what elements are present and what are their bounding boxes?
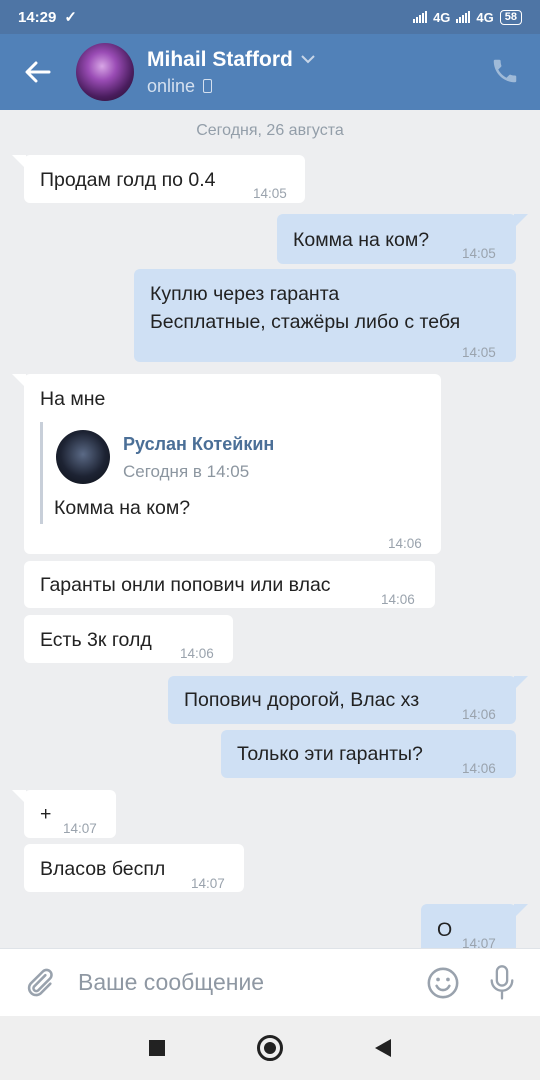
microphone-icon[interactable]	[488, 964, 516, 1001]
message-outgoing[interactable]: Только эти гаранты? 14:06	[221, 730, 516, 778]
forwarded-avatar	[56, 430, 110, 484]
chat-header: Mihail Stafford online	[0, 34, 540, 110]
message-list[interactable]: Сегодня, 26 августа Продам голд по 0.4 1…	[0, 110, 540, 948]
chevron-down-icon	[301, 55, 315, 64]
message-text: Продам голд по 0.4	[40, 169, 216, 191]
attach-clip-icon[interactable]	[22, 966, 56, 1000]
message-text: Есть 3к голд	[40, 629, 152, 651]
message-composer: Ваше сообщение	[0, 948, 540, 1016]
message-text-line-2: Бесплатные, стажёры либо с тебя	[150, 311, 461, 333]
message-incoming[interactable]: + 14:07	[12, 790, 116, 838]
signal-icon	[413, 11, 428, 23]
message-text: Комма на ком?	[293, 229, 430, 251]
message-time: 14:05	[462, 345, 496, 360]
avatar[interactable]	[76, 43, 134, 101]
contact-info[interactable]: Mihail Stafford online	[147, 48, 315, 97]
message-text: +	[40, 803, 52, 825]
message-outgoing[interactable]: Комма на ком? 14:05	[277, 214, 528, 264]
signal-icon	[456, 11, 471, 23]
message-incoming[interactable]: Есть 3к голд 14:06	[24, 615, 233, 663]
message-incoming[interactable]: Гаранты онли попович или влас 14:06	[24, 561, 435, 608]
back-button[interactable]	[18, 52, 58, 92]
message-time: 14:07	[191, 876, 225, 891]
message-text: О	[437, 919, 453, 941]
message-outgoing[interactable]: Попович дорогой, Влас хз 14:06	[168, 676, 528, 724]
clock: 14:29	[18, 8, 57, 26]
message-time: 14:05	[253, 186, 287, 201]
battery-icon: 58	[499, 9, 522, 25]
system-navigation-bar	[0, 1016, 540, 1080]
message-time: 14:06	[180, 646, 214, 661]
message-text: На мне	[40, 388, 106, 410]
message-time: 14:05	[462, 246, 496, 261]
message-time: 14:07	[63, 821, 97, 836]
forwarded-author[interactable]: Руслан Котейкин	[123, 434, 274, 454]
network-type-1: 4G	[433, 9, 451, 25]
message-text: Только эти гаранты?	[237, 743, 423, 765]
status-bar: 14:29 ✓ 4G 4G 58	[0, 0, 540, 34]
message-incoming[interactable]: Власов беспл 14:07	[24, 844, 244, 892]
message-incoming[interactable]: На мне Руслан Котейкин Сегодня в 14:05 К…	[12, 374, 441, 554]
home-button[interactable]	[257, 1035, 283, 1061]
message-incoming[interactable]: Продам голд по 0.4 14:05	[12, 155, 305, 203]
message-outgoing[interactable]: Куплю через гаранта Бесплатные, стажёры …	[134, 269, 516, 362]
message-text: Попович дорогой, Влас хз	[184, 689, 420, 711]
message-text: Власов беспл	[40, 858, 166, 880]
message-outgoing[interactable]: О 14:07	[421, 904, 528, 948]
message-text: Гаранты онли попович или влас	[40, 574, 331, 596]
date-separator: Сегодня, 26 августа	[196, 122, 344, 139]
phone-call-icon[interactable]	[490, 56, 520, 86]
system-back-button[interactable]	[375, 1039, 391, 1057]
smile-icon[interactable]	[426, 966, 460, 1000]
message-time: 14:07	[462, 936, 496, 948]
forwarded-text: Комма на ком?	[54, 497, 191, 519]
recents-button[interactable]	[149, 1040, 165, 1056]
status-indicators: 4G 4G 58	[413, 9, 522, 25]
contact-name: Mihail Stafford	[147, 47, 293, 71]
check-icon: ✓	[64, 9, 77, 26]
message-time: 14:06	[381, 592, 415, 607]
message-time: 14:06	[462, 707, 496, 722]
message-input[interactable]: Ваше сообщение	[78, 969, 426, 996]
forwarded-message[interactable]: Руслан Котейкин Сегодня в 14:05 Комма на…	[40, 422, 422, 524]
message-text-line-1: Куплю через гаранта	[150, 283, 340, 305]
forwarded-date: Сегодня в 14:05	[123, 462, 250, 481]
mobile-device-icon	[203, 79, 213, 93]
message-time: 14:06	[462, 761, 496, 776]
back-arrow-icon	[25, 61, 51, 83]
message-time: 14:06	[388, 536, 422, 551]
contact-status: online	[147, 75, 196, 96]
network-type-2: 4G	[476, 9, 494, 25]
